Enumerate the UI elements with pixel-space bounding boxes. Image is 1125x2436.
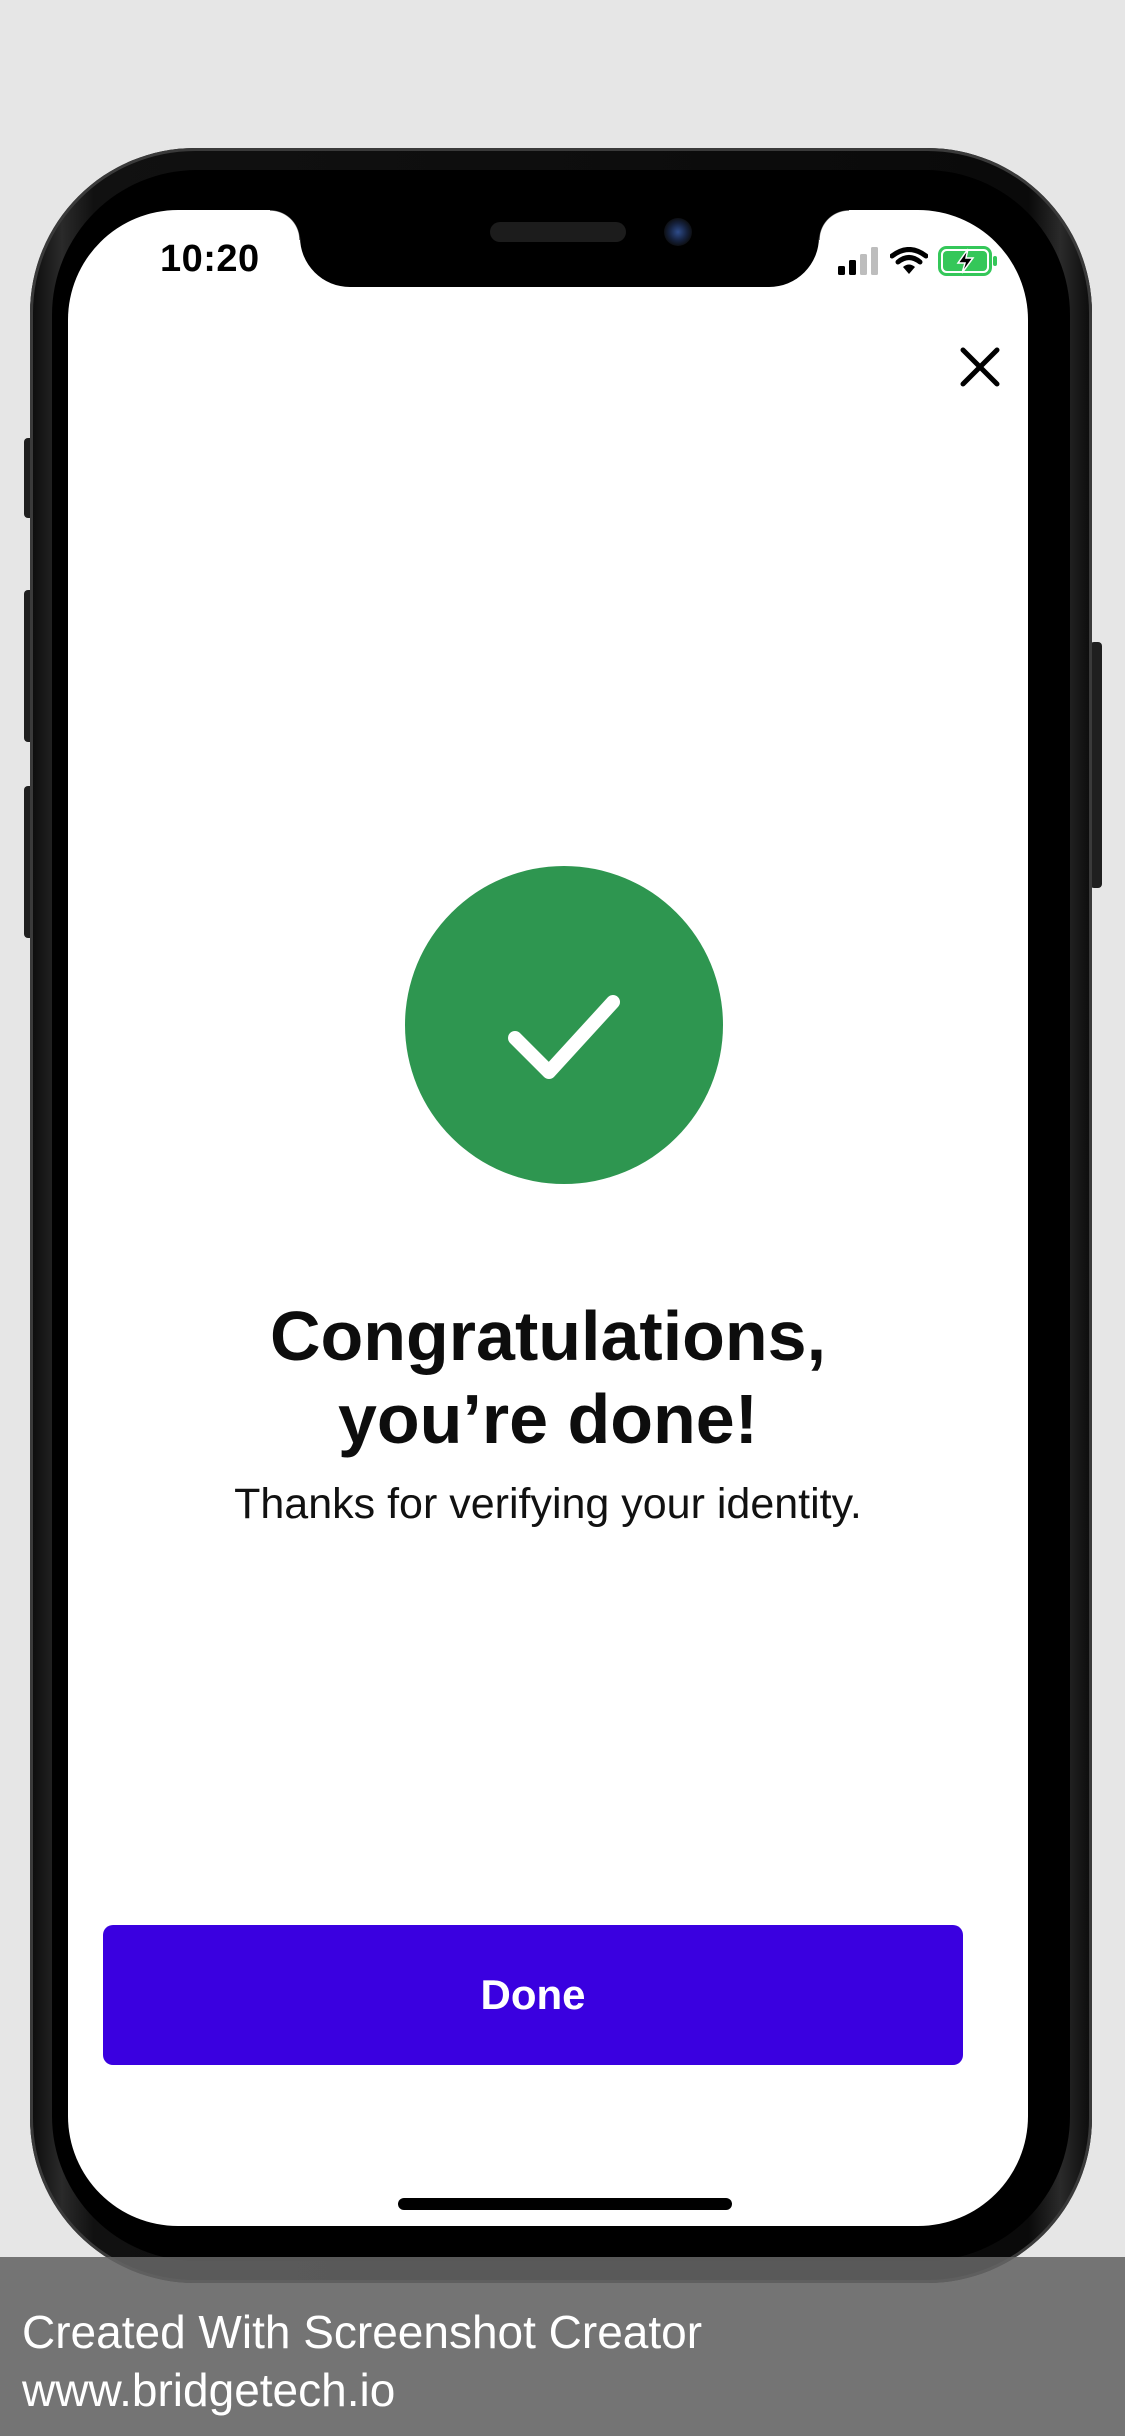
- earpiece-speaker: [490, 222, 626, 242]
- watermark-credit: Created With Screenshot Creator: [22, 2306, 703, 2358]
- done-button[interactable]: Done: [103, 1925, 963, 2065]
- success-badge: [405, 866, 723, 1184]
- success-subtitle: Thanks for verifying your identity.: [234, 1480, 862, 1528]
- close-icon: [956, 347, 1004, 395]
- front-camera: [664, 218, 692, 246]
- watermark-url: www.bridgetech.io: [22, 2364, 396, 2416]
- wifi-icon: [889, 247, 929, 280]
- checkmark-icon: [405, 995, 723, 1188]
- status-icons: [838, 246, 998, 281]
- battery-charging-icon: [938, 246, 998, 281]
- home-indicator[interactable]: [398, 2198, 732, 2210]
- success-title-line2: you’re done!: [337, 1380, 759, 1458]
- app-screen: 10:20 Congratulations, you’re done! Than…: [68, 210, 1028, 2226]
- success-title: Congratulations, you’re done!: [68, 1295, 1028, 1461]
- watermark-footer: Created With Screenshot Creator www.brid…: [0, 2257, 1125, 2436]
- cellular-signal-icon: [838, 247, 880, 280]
- close-button[interactable]: [956, 343, 1004, 391]
- notch: [270, 210, 849, 287]
- success-title-line1: Congratulations,: [269, 1297, 827, 1375]
- status-time: 10:20: [160, 238, 260, 280]
